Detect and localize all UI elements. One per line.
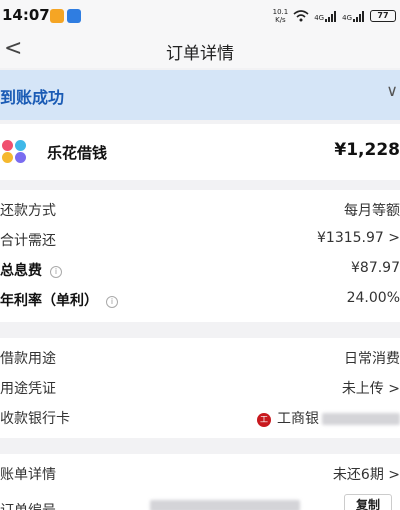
row-label: 年利率（单利） i <box>0 290 118 310</box>
row-value: ¥1315.97 > <box>317 230 400 246</box>
loan-info-card: 还款方式 每月等额 合计需还 ¥1315.97 > 总息费 i ¥87.97 年利… <box>0 190 400 322</box>
row-label: 合计需还 <box>0 233 56 249</box>
purpose-row: 借款用途 日常消费 <box>0 342 400 372</box>
copy-button[interactable]: 复制 <box>344 494 392 510</box>
lender-logo-icon <box>2 140 30 164</box>
loan-details-card: 借款用途 日常消费 用途凭证 未上传 > 收款银行卡 工工商银 <box>0 338 400 438</box>
row-label: 借款用途 <box>0 351 56 367</box>
network-speed: 10.1 K/s <box>272 8 289 24</box>
row-label: 总息费 i <box>0 260 62 280</box>
chevron-down-icon[interactable]: ∨ <box>386 81 398 100</box>
bank-name: 工商银 <box>277 411 319 427</box>
lender-name: 乐花借钱 <box>47 144 108 162</box>
loan-amount: ¥1,228 <box>334 140 400 160</box>
annual-rate-row: 年利率（单利） i 24.00% <box>0 284 400 314</box>
bill-card: 账单详情 未还6期 > 订单编号 复制 <box>0 454 400 510</box>
bank-logo-icon: 工 <box>257 413 271 427</box>
signal-icon: 4G <box>314 10 337 22</box>
order-number-row: 订单编号 复制 <box>0 494 400 510</box>
masked-card-number <box>322 413 400 425</box>
row-value: 每月等额 <box>344 203 400 219</box>
masked-order-number <box>150 500 300 510</box>
total-repayment-row[interactable]: 合计需还 ¥1315.97 > <box>0 224 400 254</box>
page-title: 订单详情 <box>166 44 234 64</box>
row-label: 订单编号 <box>0 500 56 510</box>
row-value: 未上传 > <box>341 381 400 397</box>
row-value: 24.00% <box>346 290 400 306</box>
clock: 14:07 <box>2 6 50 24</box>
total-interest-row: 总息费 i ¥87.97 <box>0 254 400 284</box>
status-bar: 14:07 10.1 K/s 4G 4G 77 <box>0 0 400 30</box>
status-banner[interactable]: 到账成功 ∨ <box>0 70 400 120</box>
row-label: 账单详情 <box>0 467 56 483</box>
row-value: ¥87.97 <box>351 260 400 276</box>
bank-card-row: 收款银行卡 工工商银 <box>0 402 400 432</box>
signal-icon-2: 4G <box>342 10 365 22</box>
system-icons: 10.1 K/s 4G 4G 77 <box>273 8 396 24</box>
nav-bar: < 订单详情 <box>0 30 400 68</box>
row-value: 未还6期 > <box>332 467 400 483</box>
battery-icon: 77 <box>370 10 396 22</box>
notification-app-icon <box>50 9 64 23</box>
info-icon[interactable]: i <box>106 296 118 308</box>
row-label: 还款方式 <box>0 203 56 219</box>
status-text: 到账成功 <box>0 88 65 107</box>
lender-card: 乐花借钱 ¥1,228 <box>0 124 400 180</box>
repayment-method-row: 还款方式 每月等额 <box>0 194 400 224</box>
info-icon[interactable]: i <box>50 266 62 278</box>
row-value: 日常消费 <box>344 351 400 367</box>
bill-detail-row[interactable]: 账单详情 未还6期 > <box>0 458 400 488</box>
bank-value: 工工商银 <box>257 408 400 428</box>
row-label: 收款银行卡 <box>0 411 70 427</box>
row-label: 用途凭证 <box>0 381 56 397</box>
wifi-icon <box>293 10 309 22</box>
notification-app-icon-2 <box>67 9 81 23</box>
proof-row[interactable]: 用途凭证 未上传 > <box>0 372 400 402</box>
